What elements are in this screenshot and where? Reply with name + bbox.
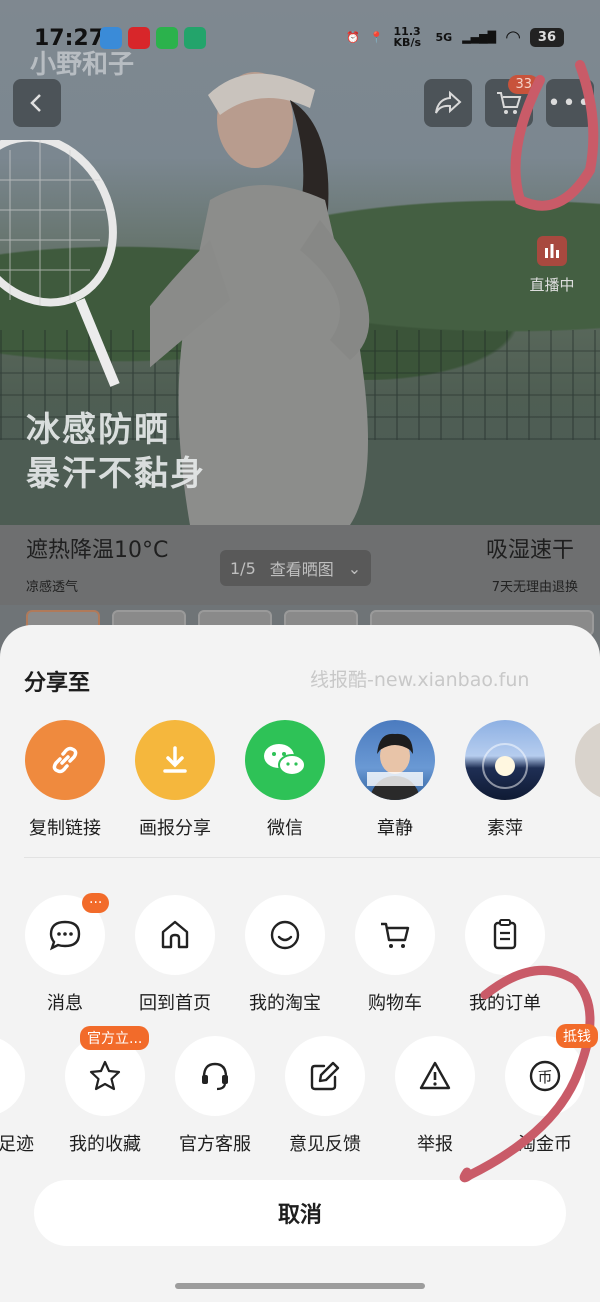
wechat-icon: [245, 720, 325, 800]
action-taojinbi-label: 淘金币: [518, 1134, 572, 1155]
home-icon: [135, 895, 215, 975]
svg-text:币: 币: [537, 1068, 552, 1086]
share-arrow-icon: [435, 90, 462, 114]
back-button[interactable]: [13, 79, 61, 127]
chevron-left-icon: [30, 94, 41, 112]
contact-avatar: [355, 720, 435, 800]
share-copy-link[interactable]: 复制链接: [10, 720, 120, 840]
share-sheet-title: 分享至: [24, 671, 91, 696]
action-my-taobao-label: 我的淘宝: [249, 993, 321, 1014]
action-orders-label: 我的订单: [469, 993, 541, 1014]
more-dots-icon: •••: [547, 90, 593, 116]
tennis-racket: [0, 140, 120, 387]
action-footprint-label: 足迹: [0, 1134, 34, 1155]
contact-avatar: [575, 720, 600, 800]
net-speed: 11.3 KB/s: [393, 25, 422, 49]
home-indicator: [175, 1283, 425, 1289]
share-contact[interactable]: 素萍: [450, 720, 560, 840]
action-taojinbi[interactable]: 抵钱 币 淘金币: [490, 1024, 600, 1156]
feature-left: 遮热降温10°C: [26, 538, 169, 563]
share-contact-label: 素萍: [487, 818, 523, 839]
pager-view-photos: 查看晒图: [269, 560, 334, 579]
action-customer-service-label: 官方客服: [179, 1134, 251, 1155]
wechat-notification-icon: [156, 27, 178, 49]
share-wechat-label: 微信: [267, 818, 303, 839]
share-poster-label: 画报分享: [139, 818, 211, 839]
share-contact[interactable]: 可: [560, 720, 600, 840]
action-feedback[interactable]: 意见反馈: [270, 1036, 380, 1156]
taojinbi-badge: 抵钱: [556, 1024, 598, 1048]
more-button[interactable]: •••: [546, 79, 594, 127]
action-customer-service[interactable]: 官方客服: [160, 1036, 270, 1156]
hero-slogan-line2: 暴汗不黏身: [26, 454, 206, 494]
messages-badge: ···: [82, 893, 110, 913]
app-watermark: 小野和子: [30, 50, 135, 80]
cancel-button[interactable]: 取消: [34, 1180, 566, 1246]
action-my-taobao[interactable]: 我的淘宝: [230, 895, 340, 1015]
live-indicator[interactable]: 直播中: [524, 236, 580, 295]
action-favorites-label: 我的收藏: [69, 1134, 141, 1155]
share-poster[interactable]: 画报分享: [120, 720, 230, 840]
feature-right-sub: 7天无理由退换: [491, 580, 578, 595]
app-notification-icon: [184, 27, 206, 49]
cart-count-badge: 33: [508, 75, 539, 94]
action-home-label: 回到首页: [139, 993, 211, 1014]
action-report[interactable]: 举报: [380, 1036, 490, 1156]
share-sheet: 分享至 线报酷-new.xianbao.fun 复制链接 画报分享 微信 章静: [0, 625, 600, 1302]
hero-slogan: 冰感防晒 暴汗不黏身: [26, 408, 206, 496]
headset-icon: [175, 1036, 255, 1116]
wifi-icon: ◠: [506, 26, 520, 48]
cart-button[interactable]: 33: [485, 75, 539, 127]
cart-icon: [355, 895, 435, 975]
status-indicators: ⏰ 📍 11.3 KB/s 5G ▂▄▆█ ◠ 36: [346, 26, 564, 48]
pager-count: 1/5: [230, 558, 256, 578]
chevron-down-icon: ⌄: [347, 558, 362, 578]
action-favorites[interactable]: 官方立... 我的收藏: [50, 1026, 160, 1156]
share-targets-row: 复制链接 画报分享 微信 章静 素萍 可: [0, 720, 600, 840]
link-icon: [25, 720, 105, 800]
live-bars-icon: [537, 236, 567, 266]
share-contact-label: 章静: [377, 818, 413, 839]
actions-row-1: ··· 消息 回到首页 我的淘宝 购物车 我的订单: [0, 893, 600, 1015]
image-pager[interactable]: 1/5 查看晒图 ⌄: [220, 550, 372, 586]
share-wechat[interactable]: 微信: [230, 720, 340, 840]
battery-level: 36: [529, 27, 564, 47]
edit-icon: [285, 1036, 365, 1116]
share-contact-label: 可: [560, 814, 600, 840]
order-icon: [465, 895, 545, 975]
action-home[interactable]: 回到首页: [120, 895, 230, 1015]
favorites-badge: 官方立...: [80, 1026, 150, 1050]
action-messages[interactable]: ··· 消息: [10, 893, 120, 1015]
network-type: 5G: [435, 30, 453, 44]
action-cart[interactable]: 购物车: [340, 895, 450, 1015]
action-messages-label: 消息: [47, 993, 83, 1014]
alarm-icon: ⏰: [346, 30, 360, 44]
action-footprint[interactable]: 足迹: [0, 1036, 40, 1156]
share-contact[interactable]: 章静: [340, 720, 450, 840]
download-icon: [135, 720, 215, 800]
share-button[interactable]: [424, 79, 472, 127]
signal-icon: ▂▄▆█: [462, 30, 497, 44]
location-icon: 📍: [369, 30, 384, 44]
actions-row-2: 足迹 官方立... 我的收藏 官方客服 意见反馈 举报 抵钱 币 淘金币: [0, 1024, 600, 1156]
hero-slogan-line1: 冰感防晒: [26, 410, 170, 450]
coin-icon: 币: [505, 1036, 585, 1116]
smile-icon: [245, 895, 325, 975]
section-divider: [24, 857, 600, 858]
action-feedback-label: 意见反馈: [289, 1134, 361, 1155]
share-copy-link-label: 复制链接: [29, 818, 101, 839]
site-watermark: 线报酷-new.xianbao.fun: [310, 669, 530, 691]
action-orders[interactable]: 我的订单: [450, 895, 560, 1015]
feature-right: 吸湿速干: [485, 538, 574, 563]
contact-avatar: [465, 720, 545, 800]
action-cart-label: 购物车: [368, 993, 422, 1014]
footprint-icon: [0, 1036, 25, 1116]
warning-icon: [395, 1036, 475, 1116]
live-label: 直播中: [529, 276, 575, 294]
action-report-label: 举报: [417, 1134, 453, 1155]
feature-left-sub: 凉感透气: [26, 580, 79, 595]
